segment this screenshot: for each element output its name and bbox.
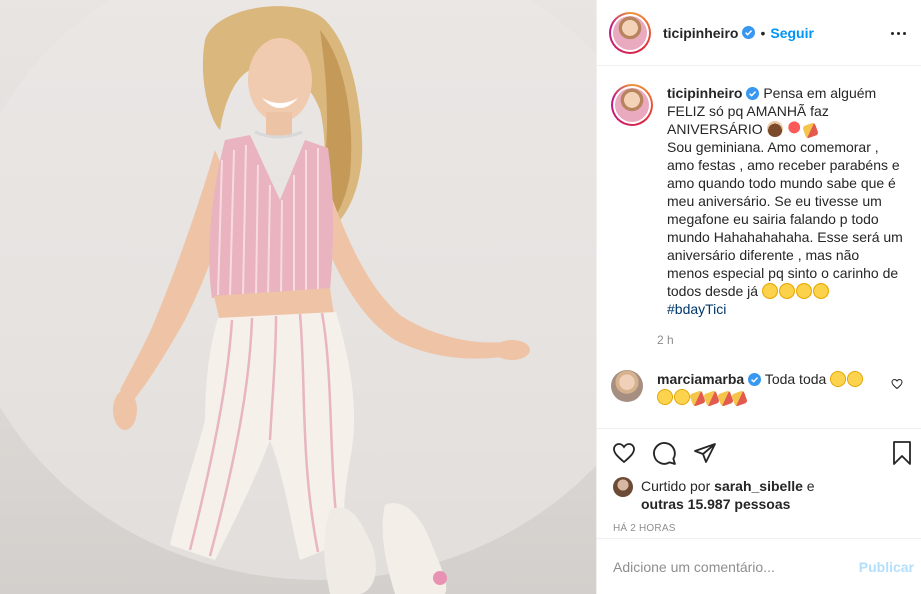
post-photo[interactable]	[0, 0, 596, 594]
more-icon[interactable]	[891, 24, 909, 42]
post-image	[0, 0, 596, 594]
comment-text: marciamarba Toda toda	[657, 370, 867, 407]
separator-dot: •	[760, 24, 766, 41]
post-timestamp[interactable]: HÁ 2 HORAS	[597, 523, 921, 534]
liker-username[interactable]: sarah_sibelle	[714, 478, 803, 494]
comment-item: marciamarba Toda toda	[611, 370, 905, 407]
post-header: ticipinheiro • Seguir	[597, 0, 921, 66]
cake-emoji-icon	[766, 121, 783, 137]
hug-emoji-icon	[657, 389, 673, 405]
likes-summary: Curtido por sarah_sibelle e outras 15.98…	[597, 477, 921, 513]
share-icon[interactable]	[693, 441, 717, 465]
hug-emoji-icon	[830, 371, 847, 387]
liker-avatar[interactable]	[613, 477, 633, 497]
likes-joiner: e	[806, 478, 815, 494]
author-avatar[interactable]	[609, 11, 651, 54]
likes-prefix: Curtido por	[641, 478, 711, 494]
like-comment-heart-icon[interactable]	[891, 378, 903, 390]
follow-button[interactable]: Seguir	[770, 25, 814, 41]
author-username[interactable]: ticipinheiro	[663, 25, 738, 41]
action-bar	[597, 429, 921, 477]
party-popper-emoji-icon	[731, 390, 748, 407]
rofl-emoji-icon	[761, 283, 778, 299]
comment-body: Toda toda	[764, 371, 827, 387]
caption-time[interactable]: 2 h	[657, 333, 905, 347]
caption-paragraph: Sou geminiana. Amo comemorar , amo festa…	[667, 139, 903, 299]
hug-emoji-icon	[847, 371, 864, 387]
comment-icon[interactable]	[652, 441, 677, 466]
post-panel: ticipinheiro • Seguir ticipinheiro Pensa…	[596, 0, 921, 594]
party-popper-emoji-icon	[717, 390, 734, 407]
add-comment-bar: Publicar	[597, 538, 921, 594]
comment-input[interactable]	[613, 558, 859, 575]
caption-username[interactable]: ticipinheiro	[667, 85, 742, 101]
verified-icon	[748, 373, 762, 386]
rofl-emoji-icon	[795, 283, 812, 299]
publish-button[interactable]: Publicar	[859, 559, 914, 575]
commenter-avatar[interactable]	[611, 370, 643, 402]
hug-emoji-icon	[674, 389, 690, 405]
party-popper-emoji-icon	[703, 390, 720, 407]
likes-count-link[interactable]: outras 15.987 pessoas	[641, 496, 790, 512]
verified-icon	[742, 26, 756, 39]
caption: ticipinheiro Pensa em alguém FELIZ só pq…	[611, 84, 905, 318]
rofl-emoji-icon	[778, 283, 795, 299]
likes-text: Curtido por sarah_sibelle e outras 15.98…	[641, 477, 815, 513]
comments-section: ticipinheiro Pensa em alguém FELIZ só pq…	[597, 66, 921, 429]
caption-text: ticipinheiro Pensa em alguém FELIZ só pq…	[667, 84, 905, 318]
balloon-emoji-icon	[787, 121, 804, 137]
rofl-emoji-icon	[812, 283, 829, 299]
party-popper-emoji-icon	[802, 122, 820, 139]
hashtag-link[interactable]: #bdayTici	[667, 301, 726, 317]
verified-icon	[746, 87, 760, 100]
heart-icon[interactable]	[611, 441, 637, 465]
caption-avatar[interactable]	[611, 84, 653, 126]
comment-username[interactable]: marciamarba	[657, 371, 744, 387]
party-popper-emoji-icon	[689, 390, 706, 407]
bookmark-icon[interactable]	[891, 441, 913, 465]
